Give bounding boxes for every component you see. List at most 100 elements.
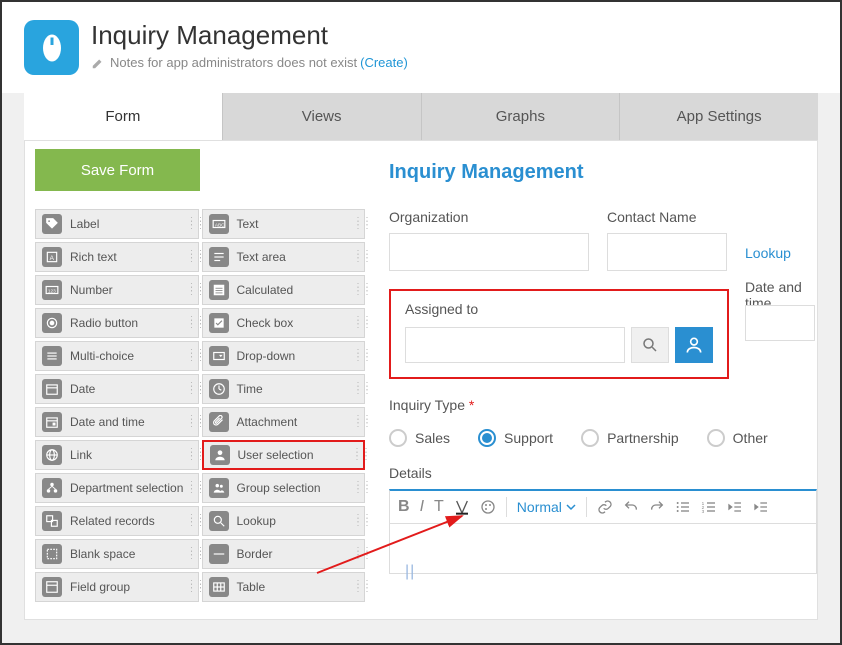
field-type-calculated[interactable]: Calculated⋮⋮⋮⋮ xyxy=(202,275,366,305)
field-palette: Save Form Label⋮⋮⋮⋮ABCText⋮⋮⋮⋮ARich text… xyxy=(25,141,373,619)
drag-grip-icon: ⋮⋮⋮⋮ xyxy=(353,220,361,228)
save-form-button[interactable]: Save Form xyxy=(35,149,200,191)
svg-text:ABC: ABC xyxy=(214,222,224,227)
tab-graphs[interactable]: Graphs xyxy=(422,93,621,140)
user-icon xyxy=(684,335,704,355)
svg-text:A: A xyxy=(50,255,55,262)
time-icon xyxy=(209,379,229,399)
field-type-datetime[interactable]: Date and time⋮⋮⋮⋮ xyxy=(35,407,199,437)
assigned-input[interactable] xyxy=(405,327,625,363)
related-icon xyxy=(42,511,62,531)
field-type-related[interactable]: Related records⋮⋮⋮⋮ xyxy=(35,506,199,536)
text-icon: ABC xyxy=(209,214,229,234)
indent-button[interactable] xyxy=(753,499,769,515)
field-type-number[interactable]: 123Number⋮⋮⋮⋮ xyxy=(35,275,199,305)
assigned-label: Assigned to xyxy=(405,301,478,317)
details-field: Details B I T Normal 123 xyxy=(389,465,817,574)
drag-grip-icon: ⋮⋮⋮⋮ xyxy=(353,253,361,261)
field-type-blank[interactable]: Blank space⋮⋮⋮⋮ xyxy=(35,539,199,569)
field-type-link[interactable]: Link⋮⋮⋮⋮ xyxy=(35,440,199,470)
datetime-input[interactable] xyxy=(745,305,815,341)
details-editor[interactable] xyxy=(389,524,817,574)
textarea-icon xyxy=(209,247,229,267)
search-icon xyxy=(641,336,659,354)
inquiry-type-label: Inquiry Type * xyxy=(389,397,474,413)
outdent-button[interactable] xyxy=(727,499,743,515)
multi-icon xyxy=(42,346,62,366)
assigned-search-button[interactable] xyxy=(631,327,669,363)
rich-text-toolbar: B I T Normal 123 xyxy=(389,489,817,524)
format-dropdown[interactable]: Normal xyxy=(517,499,576,515)
field-type-checkbox[interactable]: Check box⋮⋮⋮⋮ xyxy=(202,308,366,338)
drag-grip-icon: ⋮⋮⋮⋮ xyxy=(353,550,361,558)
field-type-userselection[interactable]: User selection⋮⋮⋮⋮ xyxy=(202,440,366,470)
svg-text:123: 123 xyxy=(48,288,56,293)
undo-button[interactable] xyxy=(623,499,639,515)
contact-input[interactable] xyxy=(607,233,727,271)
underline-button[interactable] xyxy=(454,499,470,515)
drag-grip-icon: ⋮⋮⋮⋮ xyxy=(187,253,195,261)
redo-button[interactable] xyxy=(649,499,665,515)
form-canvas-title: Inquiry Management xyxy=(389,161,817,184)
drag-grip-icon: ⋮⋮⋮⋮ xyxy=(353,583,361,591)
radio-support[interactable]: Support xyxy=(478,429,553,447)
contact-label: Contact Name xyxy=(607,209,727,225)
label-icon xyxy=(42,214,62,234)
date-icon xyxy=(42,379,62,399)
blank-icon xyxy=(42,544,62,564)
drag-grip-icon: ⋮⋮⋮⋮ xyxy=(187,550,195,558)
link-button[interactable] xyxy=(597,499,613,515)
assigned-user-picker-button[interactable] xyxy=(675,327,713,363)
radio-partnership[interactable]: Partnership xyxy=(581,429,679,447)
field-type-text[interactable]: ABCText⋮⋮⋮⋮ xyxy=(202,209,366,239)
drag-grip-icon: ⋮⋮⋮⋮ xyxy=(187,583,195,591)
list-ul-button[interactable] xyxy=(675,499,691,515)
drag-grip-icon: ⋮⋮⋮⋮ xyxy=(187,418,195,426)
field-type-multi[interactable]: Multi-choice⋮⋮⋮⋮ xyxy=(35,341,199,371)
radio-other[interactable]: Other xyxy=(707,429,768,447)
drag-grip-icon: ⋮⋮⋮⋮ xyxy=(352,451,360,459)
attachment-icon xyxy=(209,412,229,432)
link-icon xyxy=(42,445,62,465)
drag-grip-icon: ⋮⋮⋮⋮ xyxy=(187,451,195,459)
tab-views[interactable]: Views xyxy=(223,93,422,140)
field-type-label[interactable]: Label⋮⋮⋮⋮ xyxy=(35,209,199,239)
field-type-dropdown[interactable]: Drop-down⋮⋮⋮⋮ xyxy=(202,341,366,371)
tab-settings[interactable]: App Settings xyxy=(620,93,818,140)
app-title: Inquiry Management xyxy=(91,20,408,51)
drag-grip-icon: ⋮⋮⋮⋮ xyxy=(187,286,195,294)
number-icon: 123 xyxy=(42,280,62,300)
bold-button[interactable]: B xyxy=(398,498,410,516)
field-type-table[interactable]: Table⋮⋮⋮⋮ xyxy=(202,572,366,602)
italic-button[interactable]: I xyxy=(420,498,424,516)
lookup-icon xyxy=(209,511,229,531)
datetime-icon xyxy=(42,412,62,432)
app-header: Inquiry Management Notes for app adminis… xyxy=(2,2,840,93)
drag-grip-icon: ⋮⋮⋮⋮ xyxy=(353,352,361,360)
field-type-department[interactable]: Department selection⋮⋮⋮⋮ xyxy=(35,473,199,503)
create-notes-link[interactable]: (Create) xyxy=(360,55,408,70)
field-type-attachment[interactable]: Attachment⋮⋮⋮⋮ xyxy=(202,407,366,437)
drag-grip-icon: ⋮⋮⋮⋮ xyxy=(187,220,195,228)
field-type-richtext[interactable]: ARich text⋮⋮⋮⋮ xyxy=(35,242,199,272)
org-input[interactable] xyxy=(389,233,589,271)
field-type-radio[interactable]: Radio button⋮⋮⋮⋮ xyxy=(35,308,199,338)
lookup-link[interactable]: Lookup xyxy=(745,245,791,261)
field-type-border[interactable]: Border⋮⋮⋮⋮ xyxy=(202,539,366,569)
text-color-button[interactable]: T xyxy=(434,498,444,516)
field-type-group[interactable]: Group selection⋮⋮⋮⋮ xyxy=(202,473,366,503)
form-canvas: Inquiry Management Organization Contact … xyxy=(373,141,817,619)
drag-grip-icon: ⋮⋮⋮⋮ xyxy=(187,352,195,360)
field-type-textarea[interactable]: Text area⋮⋮⋮⋮ xyxy=(202,242,366,272)
field-type-date[interactable]: Date⋮⋮⋮⋮ xyxy=(35,374,199,404)
field-type-fieldgroup[interactable]: Field group⋮⋮⋮⋮ xyxy=(35,572,199,602)
panel-resize-handle[interactable]: || xyxy=(405,563,415,581)
palette-button[interactable] xyxy=(480,499,496,515)
field-type-lookup[interactable]: Lookup⋮⋮⋮⋮ xyxy=(202,506,366,536)
tab-form[interactable]: Form xyxy=(24,93,223,140)
group-icon xyxy=(209,478,229,498)
list-ol-button[interactable]: 123 xyxy=(701,499,717,515)
field-type-time[interactable]: Time⋮⋮⋮⋮ xyxy=(202,374,366,404)
radio-sales[interactable]: Sales xyxy=(389,429,450,447)
drag-grip-icon: ⋮⋮⋮⋮ xyxy=(353,517,361,525)
